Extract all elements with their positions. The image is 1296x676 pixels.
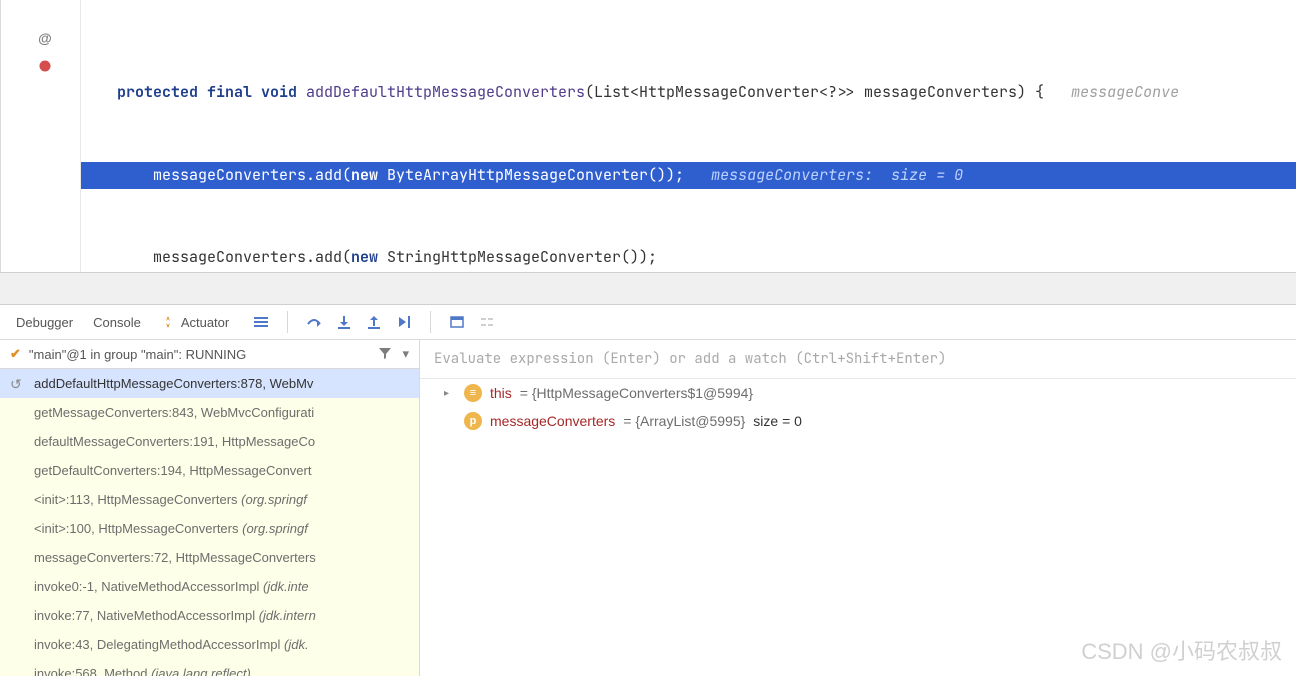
frames-thread-selector[interactable]: ✔ "main"@1 in group "main": RUNNING ▾ xyxy=(0,340,419,369)
variable-row-messageConverters[interactable]: p messageConverters = {ArrayList@5995} s… xyxy=(420,407,1296,435)
stack-frame[interactable]: invoke:77, NativeMethodAccessorImpl (jdk… xyxy=(0,601,419,630)
breakpoint-icon[interactable] xyxy=(37,58,53,74)
trace-icon[interactable] xyxy=(479,314,495,330)
stack-frame[interactable]: getMessageConverters:843, WebMvcConfigur… xyxy=(0,398,419,427)
drop-frame-icon[interactable]: ↺ xyxy=(10,376,22,393)
stack-frame[interactable]: messageConverters:72, HttpMessageConvert… xyxy=(0,543,419,572)
dropdown-icon[interactable]: ▾ xyxy=(402,346,409,362)
code-editor[interactable]: @ protected final void addDefaultHttpMes… xyxy=(0,0,1296,272)
object-badge-icon: ≡ xyxy=(464,384,482,402)
debug-panel: Debugger Console Actuator ✔ "main"@1 in … xyxy=(0,304,1296,676)
tab-console[interactable]: Console xyxy=(93,315,141,330)
stack-frame[interactable]: <init>:100, HttpMessageConverters (org.s… xyxy=(0,514,419,543)
frames-panel: ✔ "main"@1 in group "main": RUNNING ▾ ↺a… xyxy=(0,340,420,676)
frames-list[interactable]: ↺addDefaultHttpMessageConverters:878, We… xyxy=(0,369,419,676)
actuator-icon xyxy=(161,315,175,329)
evaluate-expression-icon[interactable] xyxy=(449,314,465,330)
variables-panel: Evaluate expression (Enter) or add a wat… xyxy=(420,340,1296,676)
thread-status-icon: ✔ xyxy=(10,346,21,362)
editor-gutter: @ xyxy=(1,0,81,272)
tab-actuator[interactable]: Actuator xyxy=(161,315,229,330)
tab-debugger[interactable]: Debugger xyxy=(16,315,73,330)
step-into-icon[interactable] xyxy=(336,314,352,330)
variable-row-this[interactable]: ▸ ≡ this = {HttpMessageConverters$1@5994… xyxy=(420,379,1296,407)
panel-splitter[interactable] xyxy=(0,272,1296,304)
step-over-icon[interactable] xyxy=(306,314,322,330)
step-out-icon[interactable] xyxy=(366,314,382,330)
run-to-cursor-icon[interactable] xyxy=(396,314,412,330)
code-area[interactable]: protected final void addDefaultHttpMessa… xyxy=(81,0,1296,272)
stack-frame[interactable]: invoke:568, Method (java.lang.reflect) xyxy=(0,659,419,676)
stack-frame[interactable]: defaultMessageConverters:191, HttpMessag… xyxy=(0,427,419,456)
debug-toolbar: Debugger Console Actuator xyxy=(0,305,1296,340)
code-line-signature: protected final void addDefaultHttpMessa… xyxy=(81,79,1296,107)
stack-frame[interactable]: ↺addDefaultHttpMessageConverters:878, We… xyxy=(0,369,419,398)
code-line: messageConverters.add(new StringHttpMess… xyxy=(81,244,1296,272)
evaluate-input[interactable]: Evaluate expression (Enter) or add a wat… xyxy=(420,340,1296,379)
param-badge-icon: p xyxy=(464,412,482,430)
code-line-current: messageConverters.add(new ByteArrayHttpM… xyxy=(81,162,1296,190)
thread-label: "main"@1 in group "main": RUNNING xyxy=(29,347,246,362)
stack-frame[interactable]: <init>:113, HttpMessageConverters (org.s… xyxy=(0,485,419,514)
stack-frame[interactable]: getDefaultConverters:194, HttpMessageCon… xyxy=(0,456,419,485)
stack-frame[interactable]: invoke0:-1, NativeMethodAccessorImpl (jd… xyxy=(0,572,419,601)
expand-icon[interactable]: ▸ xyxy=(444,388,456,399)
stack-frame[interactable]: invoke:43, DelegatingMethodAccessorImpl … xyxy=(0,630,419,659)
filter-icon[interactable] xyxy=(378,346,392,360)
override-marker-icon: @ xyxy=(37,30,53,46)
layout-icon[interactable] xyxy=(253,314,269,330)
